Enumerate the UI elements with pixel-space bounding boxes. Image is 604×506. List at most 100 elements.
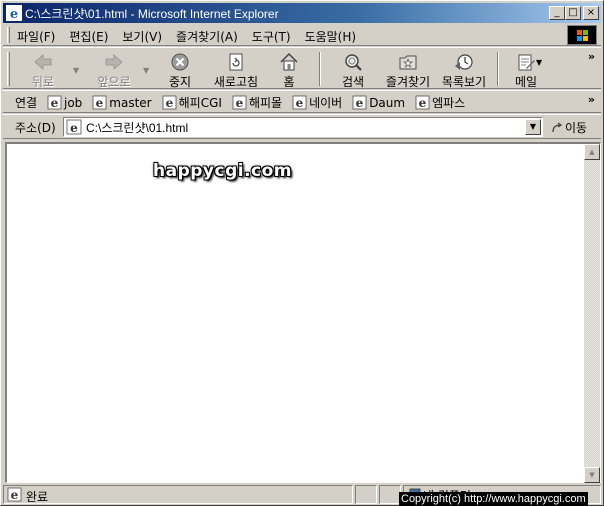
link-empas[interactable]: e 엠파스 <box>415 94 465 111</box>
ie-page-icon: e <box>292 95 307 110</box>
links-chevron-icon[interactable]: » <box>588 93 595 106</box>
window-title: C:\스크린샷\01.html - Microsoft Internet Exp… <box>25 7 279 21</box>
menu-file[interactable]: 파일(F) <box>17 28 55 45</box>
links-label: 연결 <box>15 96 38 110</box>
page-content: happycgi.com ▲ ▼ <box>5 142 601 483</box>
toolbar-separator <box>319 52 321 86</box>
search-button[interactable]: 검색 <box>333 50 373 89</box>
watermark: happycgi.com <box>153 161 292 181</box>
address-box[interactable]: e ▼ <box>63 117 543 137</box>
mail-button[interactable]: 메일 <box>509 50 543 89</box>
links-list: e job e master e 해피CGI e 해피몰 e 네이버 e Dau… <box>47 94 475 111</box>
title-bar[interactable]: e C:\스크린샷\01.html - Microsoft Internet E… <box>3 3 601 23</box>
home-label: 홈 <box>283 75 295 89</box>
menu-favorites[interactable]: 즐겨찾기(A) <box>176 28 238 45</box>
link-happymall[interactable]: e 해피몰 <box>232 94 282 111</box>
ie-page-icon: e <box>47 95 62 110</box>
address-input[interactable] <box>86 119 516 135</box>
vertical-scrollbar[interactable]: ▲ ▼ <box>584 144 600 483</box>
home-button[interactable]: 홈 <box>273 50 305 89</box>
svg-text:e: e <box>70 121 78 135</box>
menu-edit[interactable]: 편집(E) <box>69 28 108 45</box>
links-bar: 연결 e job e master e 해피CGI e 해피몰 e 네이버 e … <box>3 90 601 113</box>
ie-page-icon: e <box>162 95 177 110</box>
refresh-label: 새로고침 <box>213 75 259 89</box>
back-arrow-icon <box>34 54 52 70</box>
address-bar: 주소(D) e ▼ 이동 <box>3 114 601 139</box>
svg-text:e: e <box>419 96 427 110</box>
link-happycgi[interactable]: e 해피CGI <box>162 94 222 111</box>
windows-flag-icon <box>577 30 588 41</box>
maximize-button[interactable]: □ <box>565 6 581 20</box>
go-label: 이동 <box>565 121 588 135</box>
ie-page-icon: e <box>92 95 107 110</box>
link-label: 엠파스 <box>432 96 466 110</box>
back-label: 뒤로 <box>31 75 55 89</box>
svg-text:e: e <box>11 488 19 502</box>
standard-toolbar: 뒤로 ▼ 앞으로 ▼ 중지 새로고침 홈 검색 즐겨찾기 목록보기 메일 ▼ » <box>3 47 601 89</box>
go-arrow-icon <box>552 121 563 132</box>
scroll-down-icon[interactable]: ▼ <box>584 467 600 483</box>
go-button[interactable]: 이동 <box>551 119 587 136</box>
stop-icon <box>171 53 189 71</box>
ie-page-icon: e <box>415 95 430 110</box>
svg-text:e: e <box>356 96 364 110</box>
refresh-button[interactable]: 새로고침 <box>207 50 265 89</box>
status-pane <box>379 485 401 504</box>
browser-window: e C:\스크린샷\01.html - Microsoft Internet E… <box>0 0 604 506</box>
menu-bar: 파일(F) 편집(E) 보기(V) 즐겨찾기(A) 도구(T) 도움말(H) <box>3 24 601 46</box>
address-dropdown-icon[interactable]: ▼ <box>525 119 541 135</box>
forward-button[interactable]: 앞으로 <box>89 50 139 89</box>
link-naver[interactable]: e 네이버 <box>292 94 342 111</box>
home-icon <box>280 53 298 71</box>
link-job[interactable]: e job <box>47 94 82 111</box>
menu-grip[interactable] <box>7 27 10 43</box>
scroll-up-icon[interactable]: ▲ <box>584 144 600 160</box>
svg-text:e: e <box>236 96 244 110</box>
link-label: 해피CGI <box>178 96 222 110</box>
forward-label: 앞으로 <box>97 75 131 89</box>
back-dropdown-icon[interactable]: ▼ <box>73 66 79 75</box>
stop-button[interactable]: 중지 <box>161 50 199 89</box>
status-pane <box>355 485 377 504</box>
address-label: 주소(D) <box>15 121 56 135</box>
mail-dropdown-icon[interactable]: ▼ <box>536 58 542 67</box>
search-label: 검색 <box>341 75 365 89</box>
svg-text:e: e <box>165 96 173 110</box>
toolbar-chevron-icon[interactable]: » <box>588 50 595 63</box>
svg-text:e: e <box>51 96 59 110</box>
refresh-icon <box>229 53 243 71</box>
ie-page-icon: e <box>352 95 367 110</box>
link-label: job <box>64 95 83 110</box>
link-label: 해피몰 <box>248 96 283 110</box>
link-label: master <box>109 95 152 110</box>
history-icon <box>455 54 473 70</box>
menu-help[interactable]: 도움말(H) <box>305 28 357 45</box>
status-main-pane: e 완료 <box>3 485 353 504</box>
toolbar-grip[interactable] <box>7 52 10 86</box>
back-button[interactable]: 뒤로 <box>23 50 63 89</box>
search-icon <box>345 54 362 71</box>
close-button[interactable]: × <box>583 6 599 20</box>
link-label: 네이버 <box>309 96 343 110</box>
svg-text:e: e <box>10 7 18 21</box>
stop-label: 중지 <box>168 75 192 89</box>
svg-text:e: e <box>296 96 304 110</box>
ie-page-icon: e <box>66 119 82 135</box>
favorites-button[interactable]: 즐겨찾기 <box>381 50 435 89</box>
forward-dropdown-icon[interactable]: ▼ <box>143 66 149 75</box>
toolbar-separator-2 <box>497 52 499 86</box>
status-text: 완료 <box>26 490 49 504</box>
ie-icon: e <box>6 5 22 21</box>
menu-tools[interactable]: 도구(T) <box>252 28 291 45</box>
link-master[interactable]: e master <box>92 94 152 111</box>
windows-logo <box>567 25 597 45</box>
minimize-button[interactable]: _ <box>549 6 565 20</box>
link-label: Daum <box>369 95 406 110</box>
favorites-folder-icon <box>399 55 417 70</box>
menu-items: 파일(F) 편집(E) 보기(V) 즐겨찾기(A) 도구(T) 도움말(H) <box>17 28 370 45</box>
menu-view[interactable]: 보기(V) <box>122 28 162 45</box>
link-daum[interactable]: e Daum <box>352 94 405 111</box>
ie-page-icon: e <box>232 95 247 110</box>
history-button[interactable]: 목록보기 <box>439 50 489 89</box>
